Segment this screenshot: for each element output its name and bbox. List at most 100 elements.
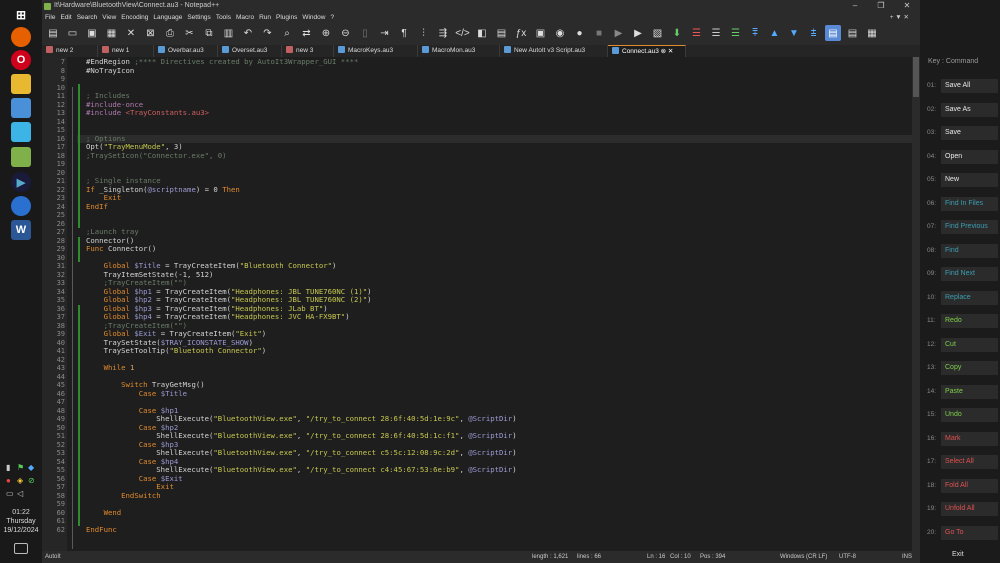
command-button[interactable]: Undo [941,408,998,422]
doc-map-icon[interactable]: ▤ [825,25,841,41]
tab-new-3[interactable]: new 3 [282,45,334,57]
tray-flag-icon[interactable]: ⚑ [17,463,24,472]
open-file-icon[interactable]: ▭ [65,25,81,41]
menu-item[interactable]: Window [302,14,325,21]
macro-key-row[interactable]: 13: Copy [920,361,1000,375]
record-macro-icon[interactable]: ● [572,25,588,41]
macro-key-row[interactable]: 17: Select All [920,455,1000,469]
paste-icon[interactable]: ▥ [221,25,237,41]
tab-overset-au3[interactable]: Overset.au3 [218,45,282,57]
macro-key-row[interactable]: 05: New [920,173,1000,187]
command-button[interactable]: Go To [941,525,998,540]
code-line[interactable]: Func Connector() [86,244,156,254]
code-line[interactable]: EndSwitch [86,491,161,501]
macro-key-row[interactable]: 09: Find Next [920,267,1000,281]
menu-item[interactable]: Run [259,14,271,21]
collapse-icon[interactable]: ⩱ [747,25,763,41]
command-button[interactable]: Select All [941,455,998,469]
command-button[interactable]: Find Previous [941,220,998,234]
fold-margin[interactable] [67,57,77,551]
tab-close-icon[interactable]: ⊗ ✕ [659,48,674,55]
menu-item[interactable]: Edit [60,14,71,21]
minimize-button[interactable]: – [842,0,868,12]
tray-check-icon[interactable]: ⊘ [28,476,35,485]
menu-item[interactable]: Encoding [121,14,148,21]
command-button[interactable]: Find In Files [941,196,998,211]
macro-key-row[interactable]: 15: Undo [920,408,1000,422]
code-line[interactable]: #include <TrayConstants.au3> [86,108,209,118]
save-all-icon[interactable]: ▦ [104,25,120,41]
undo-icon[interactable]: ↶ [240,25,256,41]
macro-key-row[interactable]: 02: Save As [920,102,1000,117]
function-list-icon[interactable]: ⇶ [435,25,451,41]
tab-overbar-au3[interactable]: Overbar.au3 [154,45,218,57]
windows-start-icon[interactable]: ⊞ [11,5,31,25]
command-button[interactable]: Save As [941,102,998,117]
tray-drive-icon[interactable]: ◈ [17,476,23,485]
save-icon[interactable]: ▣ [84,25,100,41]
code-line[interactable]: EndIf [86,202,108,212]
tab-new-2[interactable]: new 2 [42,45,98,57]
monitor-icon[interactable]: ◉ [552,25,568,41]
show-all-chars-icon[interactable]: ¶ [396,25,412,41]
macro-key-row[interactable]: 06: Find In Files [920,196,1000,211]
notification-icon[interactable] [14,543,28,554]
tab-macromon-au3[interactable]: MacroMon.au3 [418,45,500,57]
photos-icon[interactable] [11,122,31,142]
menu-item[interactable]: Macro [236,14,254,21]
cut-icon[interactable]: ✂ [182,25,198,41]
close-icon[interactable]: ✕ [123,25,139,41]
command-button[interactable]: Redo [941,314,998,328]
macro-key-row[interactable]: 18: Fold All [920,478,1000,493]
code-line[interactable]: EndFunc [86,525,117,535]
tray-arrow-icon[interactable]: ◆ [28,463,34,472]
command-button[interactable]: Paste [941,384,998,399]
macro-key-row[interactable]: 07: Find Previous [920,220,1000,234]
find-icon[interactable]: ⌕ [279,25,295,41]
restore-button[interactable]: ❐ [868,0,894,12]
macro-key-row[interactable]: 19: Unfold All [920,502,1000,516]
macro-key-row[interactable]: 04: Open [920,149,1000,164]
function-icon[interactable]: ƒx [513,25,529,41]
command-button[interactable]: Mark [941,431,998,446]
macro-key-row[interactable]: 10: Replace [920,290,1000,305]
new-file-icon[interactable]: ▤ [45,25,61,41]
macro-key-row[interactable]: 08: Find [920,243,1000,258]
bookmark-icon[interactable]: ⬇ [669,25,685,41]
code-line[interactable]: Wend [86,508,122,518]
list-red-icon[interactable]: ☰ [689,25,705,41]
menu-item[interactable]: View [102,14,116,21]
macro-key-row[interactable]: 12: Cut [920,337,1000,352]
arrow-up-icon[interactable]: ▲ [767,25,783,41]
tray-chrome-icon[interactable]: ● [6,476,11,485]
opera-icon[interactable]: O [11,50,31,70]
firefox-icon[interactable] [11,27,31,47]
macro-key-row[interactable]: 11: Redo [920,314,1000,328]
screenshot-icon[interactable]: ▣ [533,25,549,41]
menu-item[interactable]: Plugins [276,14,297,21]
macro-key-row[interactable]: 03: Save [920,126,1000,140]
taskbar-clock[interactable]: 01:22 Thursday 19/12/2024 [0,508,42,535]
replace-icon[interactable]: ⇄ [299,25,315,41]
map-icon[interactable]: ◧ [474,25,490,41]
code-line[interactable]: #NoTrayIcon [86,66,134,76]
panel-icon[interactable]: ▦ [864,25,880,41]
menu-item[interactable]: Language [153,14,182,21]
word-wrap-icon[interactable]: ⇥ [377,25,393,41]
run-macro-icon[interactable]: ▶ [630,25,646,41]
tab-new-autoit-v3-script-au3[interactable]: New AutoIt v3 Script.au3 [500,45,608,57]
command-button[interactable]: Find Next [941,267,998,281]
calculator-icon[interactable] [11,98,31,118]
command-button[interactable]: Save [941,126,998,140]
macro-key-row[interactable]: 14: Paste [920,384,1000,399]
list-icon[interactable]: ☰ [708,25,724,41]
command-button[interactable]: Find [941,243,998,258]
exit-button[interactable]: Exit [952,551,964,558]
tray-usb-icon[interactable]: ▮ [6,463,10,472]
list-green-icon[interactable]: ☰ [728,25,744,41]
play-macro-icon[interactable]: ▶ [611,25,627,41]
tab-new-1[interactable]: new 1 [98,45,154,57]
arrow-down-icon[interactable]: ▼ [786,25,802,41]
command-button[interactable]: Unfold All [941,502,998,516]
zoom-out-icon[interactable]: ⊖ [338,25,354,41]
